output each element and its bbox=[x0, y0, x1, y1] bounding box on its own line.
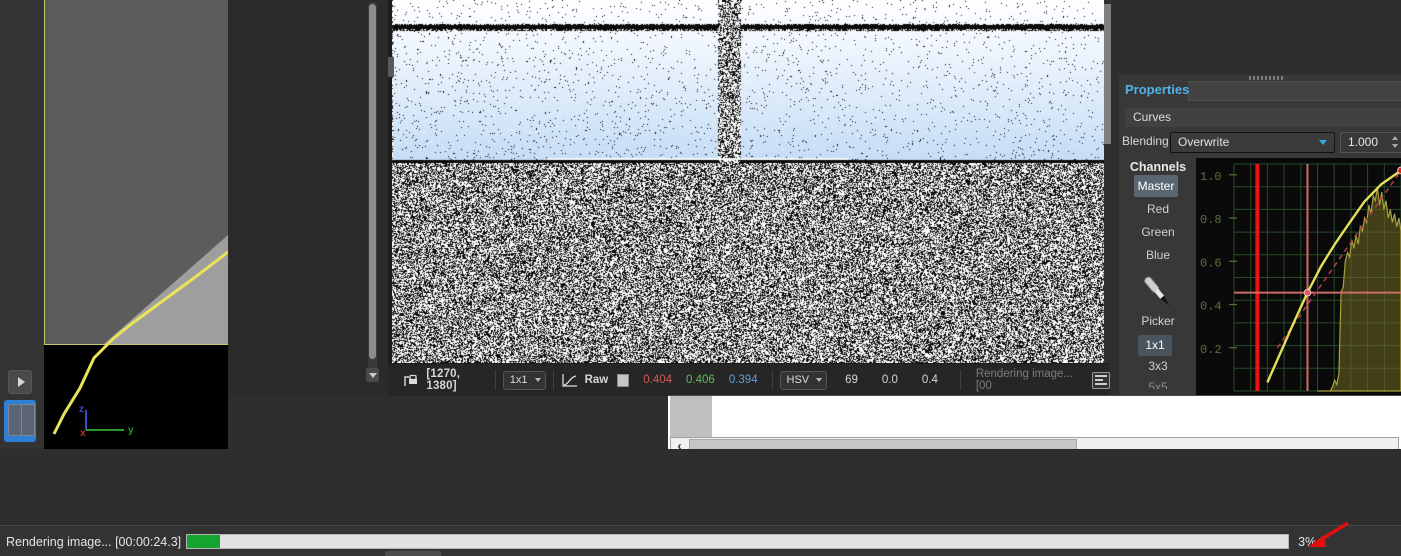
chevron-down-icon bbox=[816, 378, 823, 382]
tab-stub[interactable] bbox=[385, 551, 441, 556]
render-image-view[interactable] bbox=[388, 0, 1110, 363]
raw-mode-label: Raw bbox=[584, 374, 609, 386]
chart-marker-control-point-mid[interactable] bbox=[1303, 288, 1312, 297]
divider bbox=[959, 370, 961, 390]
blending-value: Overwrite bbox=[1178, 135, 1230, 149]
timeline-panel: < 0 / 100 > 0:05:010:015:020:025:030:035… bbox=[0, 449, 1401, 525]
eyedropper-icon[interactable] bbox=[1135, 272, 1181, 314]
blending-select[interactable]: Overwrite bbox=[1170, 132, 1335, 153]
split-pane-right-icon bbox=[21, 404, 35, 436]
svg-text:z: z bbox=[79, 404, 84, 415]
curve-icon[interactable] bbox=[560, 373, 578, 388]
channel-item-red[interactable]: Red bbox=[1122, 198, 1194, 220]
render-view-splitter-handle[interactable] bbox=[388, 57, 394, 77]
render-status-bar: [1270, 1380] 1x1 Raw 0.404 0.406 0.394 H… bbox=[388, 363, 1110, 396]
sampling-select[interactable]: 1x1 bbox=[502, 370, 546, 390]
properties-search-input[interactable] bbox=[1188, 81, 1401, 101]
chart-marker-control-point-top[interactable] bbox=[1397, 166, 1401, 175]
channel-item-green[interactable]: Green bbox=[1122, 221, 1194, 243]
tone-curve-svg: 1.0 0.8 0.6 0.4 0.2 bbox=[1196, 158, 1401, 395]
chart-y-tick-label: 1.0 bbox=[1200, 170, 1222, 184]
channel-item-master[interactable]: Master bbox=[1134, 175, 1178, 197]
colorspace-select[interactable]: HSV bbox=[779, 370, 828, 390]
split-pane-left-icon bbox=[8, 404, 22, 436]
stepper-up-icon[interactable] bbox=[1392, 136, 1398, 140]
render-view-left-gutter bbox=[388, 0, 392, 363]
tone-curve-chart[interactable]: 1.0 0.8 0.6 0.4 0.2 bbox=[1196, 158, 1401, 395]
chevron-down-icon bbox=[368, 372, 377, 378]
left-tool-strip bbox=[0, 0, 45, 470]
play-button[interactable] bbox=[8, 370, 32, 394]
channel-green-value: 0.406 bbox=[686, 374, 715, 386]
render-noise-canvas bbox=[388, 0, 1110, 363]
blending-label: Blending bbox=[1122, 134, 1169, 148]
editor-selection-block bbox=[670, 396, 712, 439]
bottom-progress-bar: Rendering image... [00:00:24.3] 3% bbox=[0, 525, 1401, 556]
opacity-value: 1.000 bbox=[1348, 135, 1379, 149]
chart-y-tick-label: 0.2 bbox=[1200, 343, 1222, 357]
hsv-h-value: 69 bbox=[845, 374, 858, 386]
hsv-v-value: 0.4 bbox=[921, 374, 938, 386]
svg-text:x: x bbox=[80, 428, 86, 439]
sample-size-1x1[interactable]: 1x1 bbox=[1138, 335, 1172, 356]
channels-column: Channels Master Red Green Blue Picker 1x… bbox=[1122, 158, 1194, 395]
svg-text:y: y bbox=[128, 425, 134, 436]
sample-size-5x5[interactable]: 5x5 bbox=[1122, 377, 1194, 389]
channel-item-blue[interactable]: Blue bbox=[1122, 244, 1194, 266]
sampling-value: 1x1 bbox=[509, 374, 528, 386]
chart-y-tick-label: 0.6 bbox=[1200, 256, 1222, 270]
split-view-button[interactable] bbox=[4, 400, 36, 442]
node-name-value: Curves bbox=[1133, 110, 1172, 124]
red-arrow-annotation bbox=[1308, 521, 1349, 547]
progress-fill bbox=[187, 535, 221, 548]
dock-panel-scrollbar-thumb[interactable] bbox=[369, 4, 376, 359]
layout-icon[interactable] bbox=[1091, 371, 1110, 389]
render-vertical-scrollbar-thumb[interactable] bbox=[1104, 4, 1111, 144]
play-icon bbox=[17, 377, 25, 387]
chart-y-tick-label: 0.4 bbox=[1200, 300, 1222, 314]
viewport-3d[interactable]: z x y bbox=[44, 0, 228, 470]
lock-icon[interactable] bbox=[402, 373, 418, 388]
channel-red-value: 0.404 bbox=[643, 374, 673, 386]
chart-y-tick-label: 0.8 bbox=[1200, 213, 1222, 227]
channel-blue-value: 0.394 bbox=[728, 374, 758, 386]
node-name-field[interactable]: Curves bbox=[1125, 108, 1401, 127]
divider bbox=[552, 370, 554, 390]
chevron-down-icon bbox=[534, 378, 541, 382]
chevron-down-icon bbox=[1319, 140, 1327, 145]
color-swatch[interactable] bbox=[617, 373, 630, 387]
sample-size-3x3[interactable]: 3x3 bbox=[1122, 356, 1194, 377]
picker-label: Picker bbox=[1141, 314, 1175, 328]
render-resolution: [1270, 1380] bbox=[426, 368, 461, 392]
divider bbox=[494, 370, 496, 390]
properties-panel-title: Properties bbox=[1125, 82, 1190, 97]
render-task-label: Rendering image... [00 bbox=[975, 368, 1073, 392]
colorspace-value: HSV bbox=[786, 374, 810, 386]
application-window: z x y [1270, 1380] 1x1 Raw 0.404 0.406 0… bbox=[0, 0, 1401, 556]
divider bbox=[771, 370, 773, 390]
hsv-s-value: 0.0 bbox=[881, 374, 898, 386]
progress-track bbox=[186, 534, 1290, 549]
progress-label: Rendering image... [00:00:24.3] bbox=[6, 534, 182, 549]
empty-dock-panel bbox=[228, 0, 389, 395]
channels-header: Channels bbox=[1129, 160, 1187, 174]
opacity-stepper[interactable]: 1.000 bbox=[1340, 132, 1401, 153]
panel-drag-grip[interactable] bbox=[1249, 76, 1285, 80]
dock-panel-scroll-down-button[interactable] bbox=[366, 368, 379, 382]
axis-gizmo: z x y bbox=[79, 404, 134, 439]
stepper-down-icon[interactable] bbox=[1392, 144, 1398, 148]
